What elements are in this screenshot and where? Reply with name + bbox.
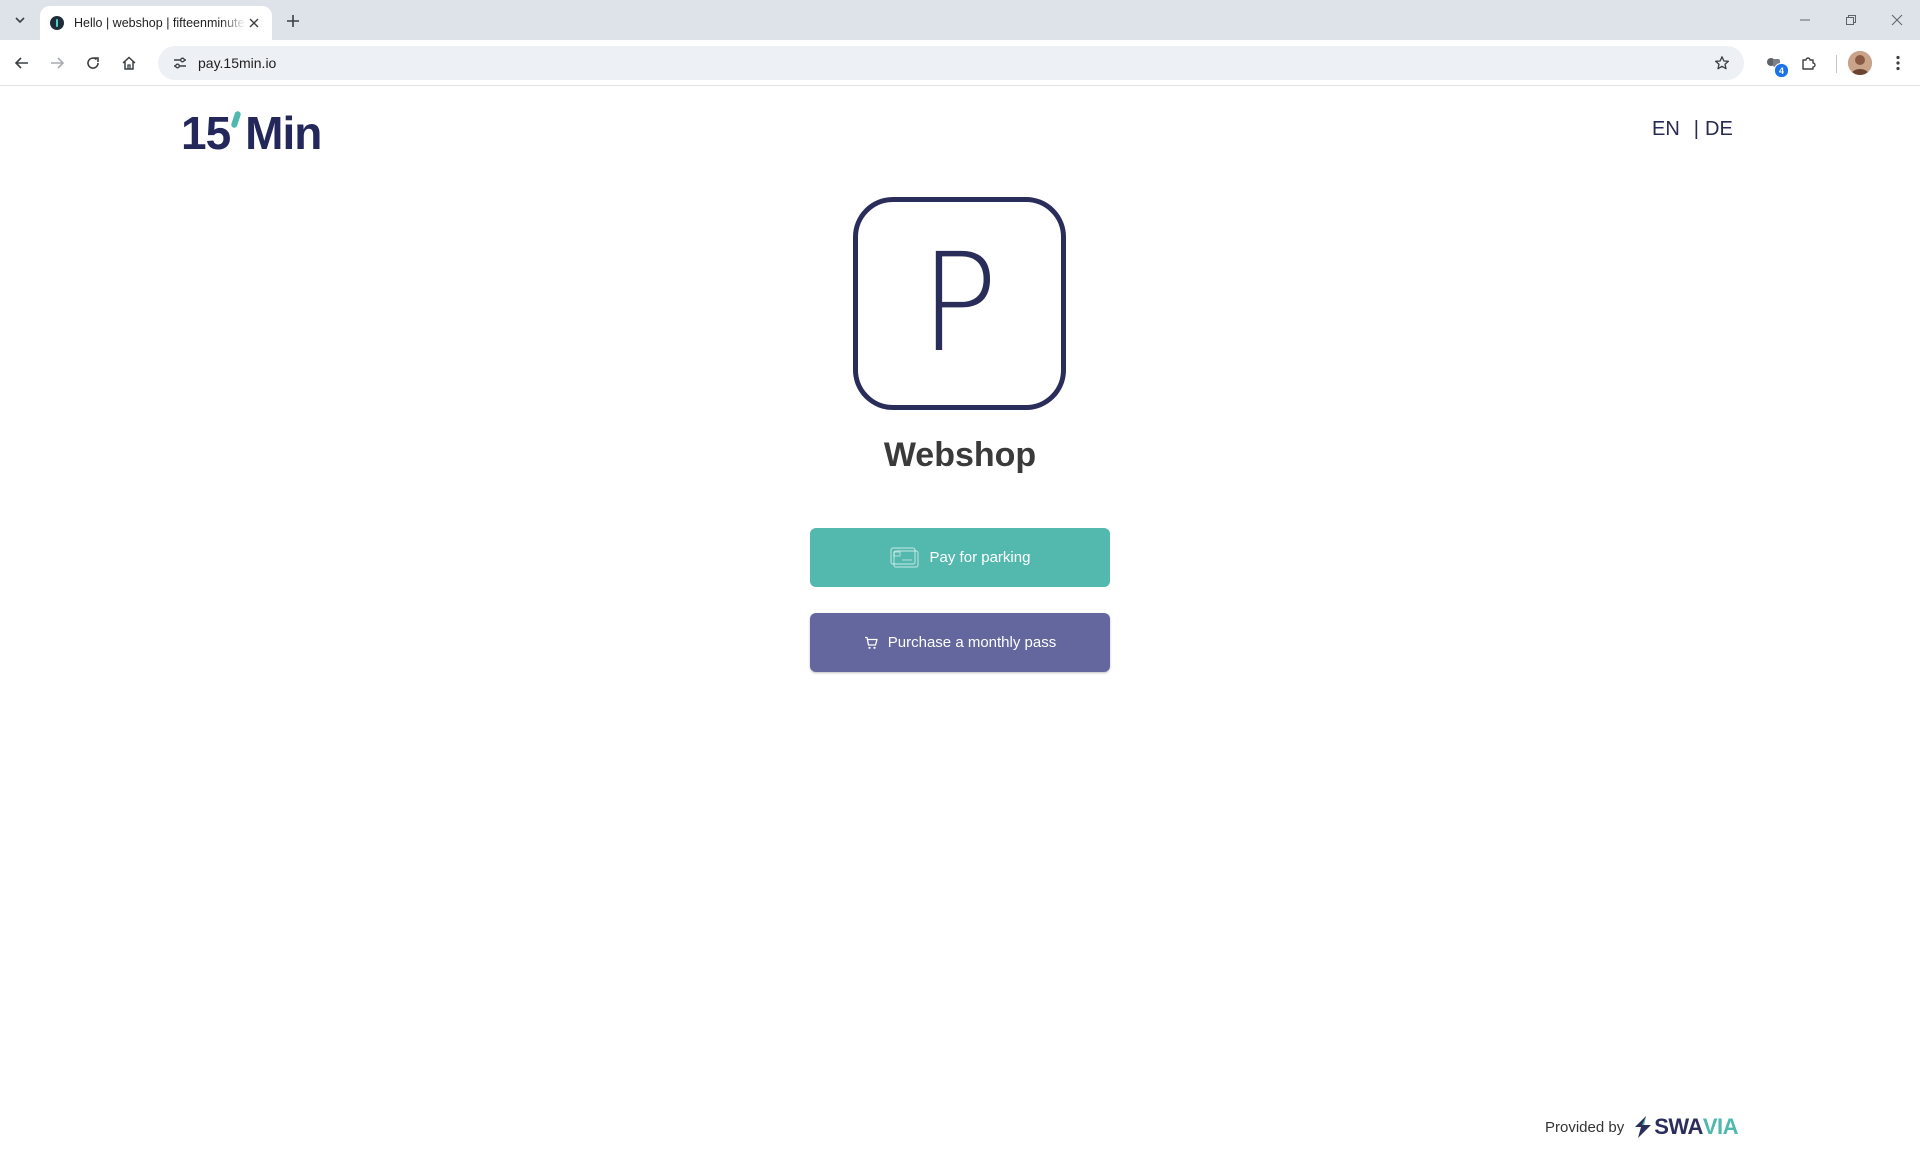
pay-for-parking-label: Pay for parking [929,549,1031,566]
tab-title: Hello | webshop | fifteenminutes [74,16,247,30]
swavia-logo[interactable]: SWA VIA [1632,1114,1739,1140]
back-button[interactable] [8,49,36,77]
profile-avatar[interactable] [1848,51,1872,75]
minimize-button[interactable] [1782,0,1828,40]
lang-separator: | [1693,118,1699,140]
browser-menu-button[interactable] [1886,51,1910,75]
close-icon [1891,14,1903,26]
parking-icon: P [853,197,1066,410]
browser-toolbar: pay.15min.io 4 [0,40,1920,86]
language-switcher: EN | DE [1652,118,1733,141]
ticket-icon [889,546,920,569]
logo-word: Min [245,107,322,159]
url-text: pay.15min.io [198,55,277,71]
home-icon [122,56,136,70]
profile-photo-icon [1848,51,1872,75]
logo-number: 15 [181,107,231,159]
brand-logo[interactable]: 15 Min [181,107,322,159]
site-favicon-icon [50,16,64,30]
lang-de-link[interactable]: DE [1705,118,1733,141]
chevron-down-icon [15,17,25,24]
browser-tab-active[interactable]: Hello | webshop | fifteenminutes [40,6,272,40]
address-bar[interactable]: pay.15min.io [158,46,1744,80]
extensions-menu-button[interactable] [1797,51,1821,75]
swavia-text-a: SWA [1654,1114,1703,1139]
bookmark-button[interactable] [1712,53,1732,73]
tab-search-button[interactable] [6,8,34,32]
restore-button[interactable] [1828,0,1874,40]
home-button[interactable] [115,49,143,77]
arrow-left-icon [14,57,28,69]
close-window-button[interactable] [1874,0,1920,40]
shopping-cart-icon [864,636,878,650]
tab-strip: Hello | webshop | fifteenminutes [0,0,1920,40]
tune-icon [174,57,186,69]
logo-tick-mark [230,110,242,129]
plus-icon [287,15,299,27]
page-content: 15 Min EN | DE P Webshop Pay for parking… [0,86,1920,1160]
reload-button[interactable] [79,49,107,77]
extension-button[interactable]: 4 [1762,51,1789,78]
lang-en-link[interactable]: EN [1652,118,1680,141]
toolbar-separator [1836,55,1837,73]
arrow-right-icon [51,57,65,69]
minimize-icon [1800,19,1810,21]
tab-close-button[interactable] [246,15,262,31]
forward-button[interactable] [43,49,71,77]
provided-by-text: Provided by [1545,1118,1625,1136]
restore-icon [1846,15,1856,25]
more-vertical-icon [1896,55,1900,71]
extension-badge: 4 [1774,63,1789,78]
new-tab-button[interactable] [282,10,304,32]
parking-letter: P [920,224,999,383]
puzzle-icon [1802,57,1816,70]
site-info-button[interactable] [170,53,190,73]
close-icon [249,18,259,28]
window-controls [1782,0,1920,40]
reload-icon [87,57,99,69]
star-icon [1714,56,1730,70]
swavia-text-b: VIA [1702,1114,1739,1139]
footer-provided-by: Provided by SWA VIA [1545,1114,1739,1140]
purchase-monthly-pass-button[interactable]: Purchase a monthly pass [810,613,1110,672]
purchase-monthly-pass-label: Purchase a monthly pass [887,634,1057,651]
swavia-logo-icon [1635,1116,1652,1138]
pay-for-parking-button[interactable]: Pay for parking [810,528,1110,587]
page-title: Webshop [883,436,1037,474]
